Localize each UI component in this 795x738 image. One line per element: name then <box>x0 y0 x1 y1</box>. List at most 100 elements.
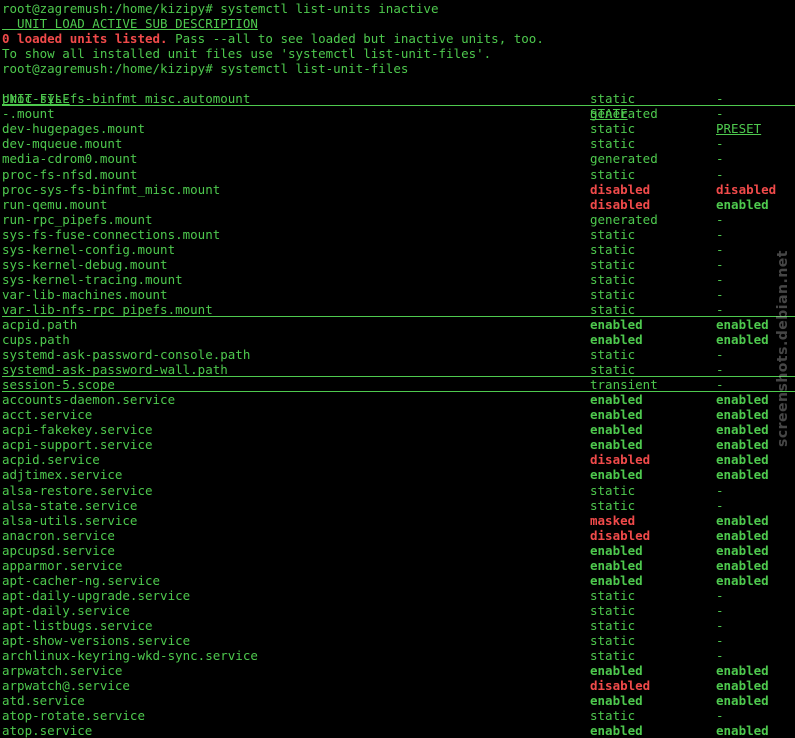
unit-state: static <box>590 632 636 648</box>
unit-state: static <box>590 482 636 498</box>
unit-preset: enabled <box>716 467 769 483</box>
unit-preset: disabled <box>716 181 777 197</box>
unit-preset: enabled <box>716 572 769 588</box>
unit-file-table: proc-sys-fs-binfmt_misc.automount static -… <box>2 91 795 738</box>
unit-state: static <box>590 648 636 664</box>
unit-state: static <box>590 362 636 378</box>
table-row: dev-hugepages.mount static - <box>2 121 795 136</box>
unit-state: static <box>590 91 636 107</box>
unit-preset: - <box>716 271 724 287</box>
unit-preset: - <box>716 648 724 664</box>
unit-file-name: acpi-support.service <box>2 437 153 453</box>
unit-preset: - <box>716 286 724 302</box>
unit-file-name: atop.service <box>2 723 93 738</box>
unit-preset: enabled <box>716 392 769 408</box>
table-row: var-lib-machines.mount static - <box>2 287 795 302</box>
table-row: sys-fs-fuse-connections.mount static - <box>2 227 795 242</box>
unit-preset: enabled <box>716 512 769 528</box>
table-row: run-qemu.mount disabled enabled <box>2 197 795 212</box>
table-row: arpwatch.service enabled enabled <box>2 663 795 678</box>
unit-preset: - <box>716 708 724 724</box>
unit-file-name: dev-hugepages.mount <box>2 121 145 137</box>
warning-text: Pass --all to see loaded but inactive un… <box>167 31 544 47</box>
unit-file-name: archlinux-keyring-wkd-sync.service <box>2 648 258 664</box>
unit-preset: - <box>716 151 724 167</box>
table-row: anacron.service disabled enabled <box>2 528 795 543</box>
unit-preset: enabled <box>716 316 769 332</box>
unit-preset: enabled <box>716 332 769 348</box>
unit-preset: enabled <box>716 693 769 709</box>
unit-state: disabled <box>590 527 651 543</box>
unit-file-name: apcupsd.service <box>2 542 115 558</box>
table-row: var-lib-nfs-rpc_pipefs.mount static - <box>2 302 795 317</box>
table-row: apt-daily.service static - <box>2 603 795 618</box>
unit-state: enabled <box>590 693 643 709</box>
table-row: apt-show-versions.service static - <box>2 633 795 648</box>
table-row: acpid.path enabled enabled <box>2 317 795 332</box>
command-line-1: root@zagremush:/home/kizipy# systemctl l… <box>2 1 439 16</box>
unit-state: enabled <box>590 316 643 332</box>
unit-state: enabled <box>590 557 643 573</box>
table-row: apt-listbugs.service static - <box>2 618 795 633</box>
table-row: media-cdrom0.mount generated - <box>2 151 795 166</box>
table-row: sys-kernel-debug.mount static - <box>2 257 795 272</box>
unit-state: static <box>590 121 636 137</box>
unit-state: enabled <box>590 332 643 348</box>
list-units-header: UNIT LOAD ACTIVE SUB DESCRIPTION <box>2 16 258 32</box>
unit-file-name: apt-daily.service <box>2 602 130 618</box>
unit-state: enabled <box>590 572 643 588</box>
unit-preset: enabled <box>716 527 769 543</box>
unit-state: static <box>590 617 636 633</box>
table-row: archlinux-keyring-wkd-sync.service static… <box>2 648 795 663</box>
table-row: acpi-fakekey.service enabled enabled <box>2 422 795 437</box>
unit-preset: - <box>716 482 724 498</box>
unit-state: static <box>590 708 636 724</box>
unit-state: static <box>590 587 636 603</box>
table-row: alsa-state.service static - <box>2 498 795 513</box>
unit-file-name: cups.path <box>2 332 70 348</box>
unit-file-name: alsa-utils.service <box>2 512 138 528</box>
unit-file-name: accounts-daemon.service <box>2 392 176 408</box>
unit-file-name: acpid.path <box>2 316 78 332</box>
unit-preset: - <box>716 91 724 107</box>
unit-file-name: proc-sys-fs-binfmt_misc.mount <box>2 181 221 197</box>
unit-file-name: systemd-ask-password-wall.path <box>2 362 228 378</box>
table-row: apt-daily-upgrade.service static - <box>2 588 795 603</box>
watermark: screenshots.debian.net <box>775 250 791 447</box>
unit-state: transient <box>590 377 658 393</box>
table-row: systemd-ask-password-console.path static - <box>2 347 795 362</box>
unit-state: static <box>590 256 636 272</box>
terminal-output[interactable]: root@zagremush:/home/kizipy# systemctl l… <box>2 1 795 738</box>
warning-line: 0 loaded units listed. Pass --all to see… <box>2 31 795 46</box>
table-row: adjtimex.service enabled enabled <box>2 467 795 482</box>
unit-preset: - <box>716 602 724 618</box>
unit-preset: - <box>716 362 724 378</box>
unit-preset: - <box>716 106 724 122</box>
unit-state: static <box>590 286 636 302</box>
unit-state: static <box>590 301 636 317</box>
table-row: atd.service enabled enabled <box>2 693 795 708</box>
unit-preset: - <box>716 256 724 272</box>
warning-count: 0 loaded units listed. <box>2 31 168 47</box>
unit-state: enabled <box>590 392 643 408</box>
table-row: accounts-daemon.service enabled enabled <box>2 392 795 407</box>
unit-state: static <box>590 136 636 152</box>
table-row: run-rpc_pipefs.mount generated - <box>2 212 795 227</box>
unit-state: disabled <box>590 678 651 694</box>
unit-state: static <box>590 347 636 363</box>
unit-state: enabled <box>590 407 643 423</box>
table-row: systemd-ask-password-wall.path static - <box>2 362 795 377</box>
unit-file-name: apt-show-versions.service <box>2 632 191 648</box>
unit-file-name: sys-kernel-tracing.mount <box>2 271 183 287</box>
unit-state: static <box>590 166 636 182</box>
command-line-2: root@zagremush:/home/kizipy# systemctl l… <box>2 61 409 77</box>
unit-file-name: dev-mqueue.mount <box>2 136 123 152</box>
unit-state: generated <box>590 106 658 122</box>
unit-file-name: media-cdrom0.mount <box>2 151 138 167</box>
table-row: sys-kernel-tracing.mount static - <box>2 272 795 287</box>
table-header: UNIT FILE STATE PRESET <box>2 76 795 136</box>
table-row: proc-sys-fs-binfmt_misc.mount disabled dis… <box>2 182 795 197</box>
unit-file-name: acpi-fakekey.service <box>2 422 153 438</box>
unit-state: enabled <box>590 422 643 438</box>
table-row: sys-kernel-config.mount static - <box>2 242 795 257</box>
